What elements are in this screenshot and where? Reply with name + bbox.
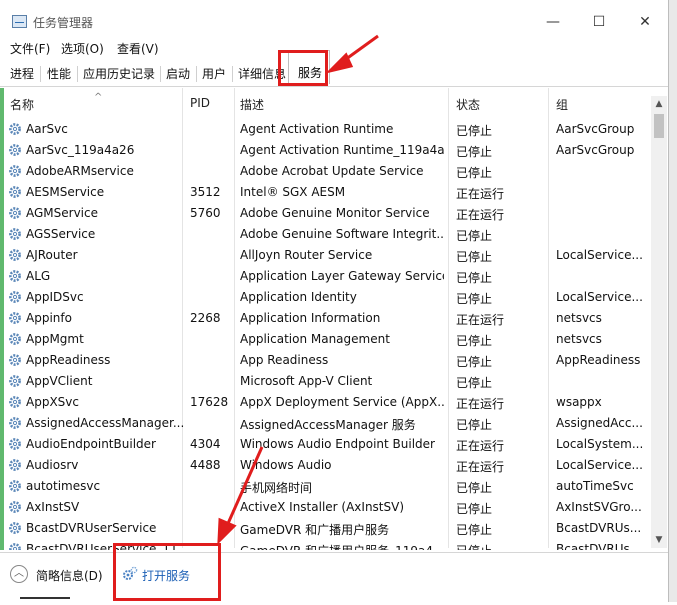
annotation-arrowhead-open-services: [217, 517, 237, 545]
annotation-arrows: [217, 34, 379, 545]
annotation-arrow-open-services: [224, 446, 264, 529]
annotation-arrowhead-services-tab: [325, 52, 354, 74]
